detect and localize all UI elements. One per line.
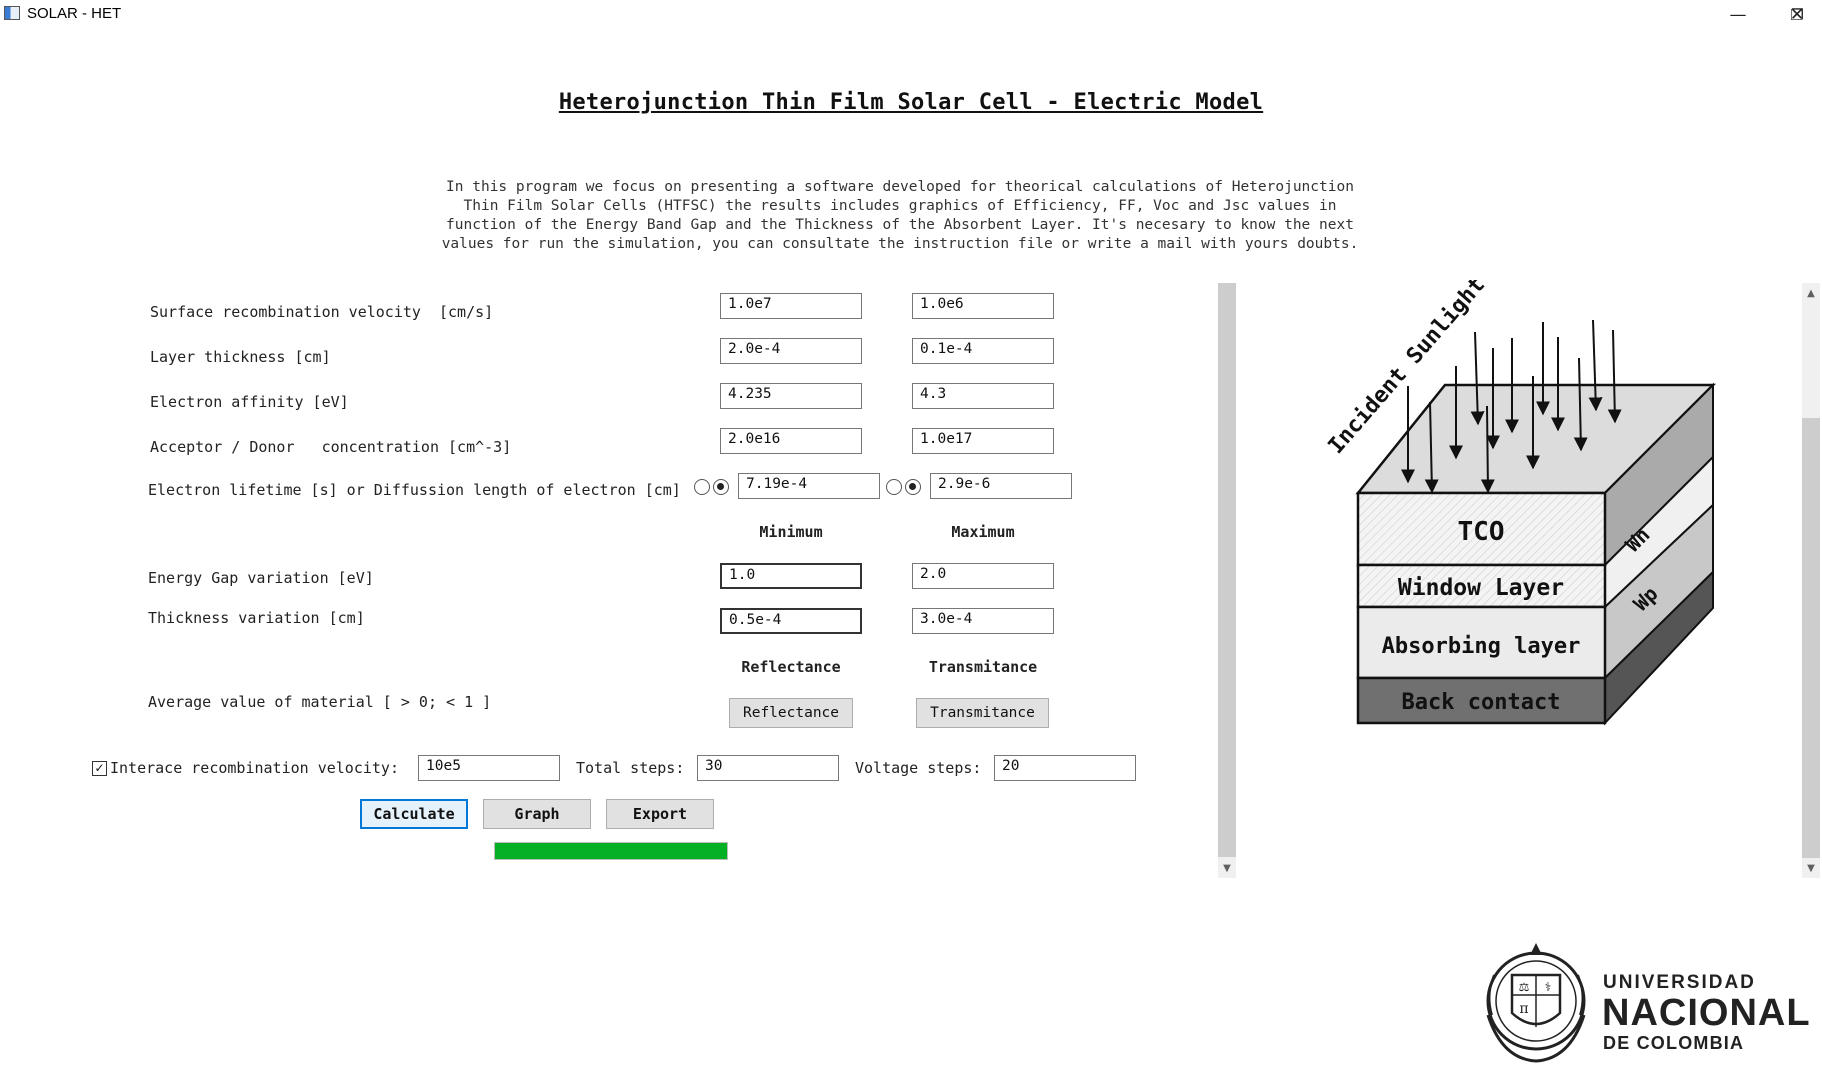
- form-scroll-down-arrow[interactable]: ▼: [1218, 860, 1236, 877]
- logo-line-2: NACIONAL: [1602, 992, 1811, 1034]
- back-contact-label: Back contact: [1402, 690, 1561, 715]
- absorbing-layer-label: Absorbing layer: [1382, 634, 1581, 659]
- window-layer-label: Window Layer: [1398, 575, 1564, 601]
- logo-line-1: UNIVERSIDAD: [1603, 972, 1756, 993]
- surface-recombination-label: Surface recombination velocity [cm/s]: [150, 303, 494, 321]
- concentration-input-1[interactable]: 2.0e16: [720, 428, 862, 454]
- electron-affinity-label: Electron affinity [eV]: [150, 393, 349, 411]
- reflectance-header: Reflectance: [741, 658, 841, 676]
- diagram-scroll-down-arrow[interactable]: ▼: [1802, 860, 1820, 877]
- university-seal-logo: ⚖ ⚕ π: [1486, 943, 1586, 1063]
- logo-line-3: DE COLOMBIA: [1603, 1033, 1745, 1053]
- interface-checkbox[interactable]: ✓: [92, 761, 107, 776]
- surface-recombination-input-1[interactable]: 1.0e7: [720, 293, 862, 319]
- lifetime-input-2[interactable]: 2.9e-6: [930, 473, 1072, 499]
- window-title: SOLAR - HET: [27, 5, 122, 22]
- layer-thickness-label: Layer thickness [cm]: [150, 348, 331, 366]
- layer-thickness-input-1[interactable]: 2.0e-4: [720, 338, 862, 364]
- diagram-scrollbar[interactable]: ▲ ▼: [1802, 283, 1820, 878]
- electron-affinity-input-1[interactable]: 4.235: [720, 383, 862, 409]
- energy-gap-max-input[interactable]: 2.0: [912, 563, 1054, 589]
- diagram-scroll-up-arrow[interactable]: ▲: [1802, 285, 1820, 302]
- intro-text: In this program we focus on presenting a…: [441, 179, 1359, 252]
- graph-button[interactable]: Graph: [483, 799, 591, 829]
- tco-label: TCO: [1458, 517, 1505, 547]
- layer-thickness-input-2[interactable]: 0.1e-4: [912, 338, 1054, 364]
- electron-affinity-input-2[interactable]: 4.3: [912, 383, 1054, 409]
- surface-recombination-input-2[interactable]: 1.0e6: [912, 293, 1054, 319]
- maximum-header: Maximum: [951, 523, 1015, 541]
- total-steps-label: Total steps:: [576, 759, 685, 777]
- thickness-variation-label: Thickness variation [cm]: [148, 609, 365, 627]
- diffusion-radio-2[interactable]: [905, 479, 921, 495]
- lifetime-label: Electron lifetime [s] or Diffussion leng…: [148, 481, 681, 499]
- transmitance-header: Transmitance: [928, 658, 1038, 676]
- thickness-min-input[interactable]: 0.5e-4: [720, 608, 862, 634]
- energy-gap-label: Energy Gap variation [eV]: [148, 569, 374, 587]
- concentration-label: Acceptor / Donor concentration [cm^-3]: [150, 438, 512, 456]
- export-button[interactable]: Export: [606, 799, 714, 829]
- form-scrollbar-thumb[interactable]: [1218, 283, 1236, 857]
- thickness-max-input[interactable]: 3.0e-4: [912, 608, 1054, 634]
- calculate-button[interactable]: Calculate: [360, 799, 468, 829]
- voltage-steps-input[interactable]: 20: [994, 755, 1136, 781]
- lifetime-radio-1[interactable]: [694, 479, 710, 495]
- svg-text:π: π: [1519, 1001, 1528, 1017]
- app-icon: [4, 6, 20, 20]
- average-value-label: Average value of material [ > 0; < 1 ]: [148, 693, 492, 711]
- diffusion-radio-1[interactable]: [713, 479, 729, 495]
- page-title: Heterojunction Thin Film Solar Cell - El…: [558, 90, 1264, 115]
- close-button[interactable]: ✕: [1768, 0, 1822, 30]
- interface-velocity-input[interactable]: 10e5: [418, 755, 560, 781]
- progress-bar: [494, 842, 728, 860]
- lifetime-radio-2[interactable]: [886, 479, 902, 495]
- total-steps-input[interactable]: 30: [697, 755, 839, 781]
- transmitance-button[interactable]: Transmitance: [916, 698, 1049, 728]
- interface-label: Interace recombination velocity:: [110, 759, 399, 777]
- energy-gap-min-input[interactable]: 1.0: [720, 563, 862, 589]
- voltage-steps-label: Voltage steps:: [855, 759, 982, 777]
- svg-text:⚕: ⚕: [1545, 980, 1552, 994]
- minimum-header: Minimum: [759, 523, 823, 541]
- progress-fill: [495, 843, 727, 859]
- lifetime-input-1[interactable]: 7.19e-4: [738, 473, 880, 499]
- concentration-input-2[interactable]: 1.0e17: [912, 428, 1054, 454]
- svg-text:⚖: ⚖: [1519, 980, 1530, 994]
- solar-cell-diagram: Incident Sunlight TCO Window Layer Absor…: [1324, 280, 1717, 726]
- reflectance-button[interactable]: Reflectance: [729, 698, 853, 728]
- minimize-button[interactable]: —: [1709, 0, 1767, 30]
- title-bar: SOLAR - HET — ❐: [0, 0, 1822, 30]
- form-scrollbar[interactable]: ▼: [1218, 283, 1236, 878]
- diagram-scrollbar-thumb[interactable]: [1802, 418, 1820, 858]
